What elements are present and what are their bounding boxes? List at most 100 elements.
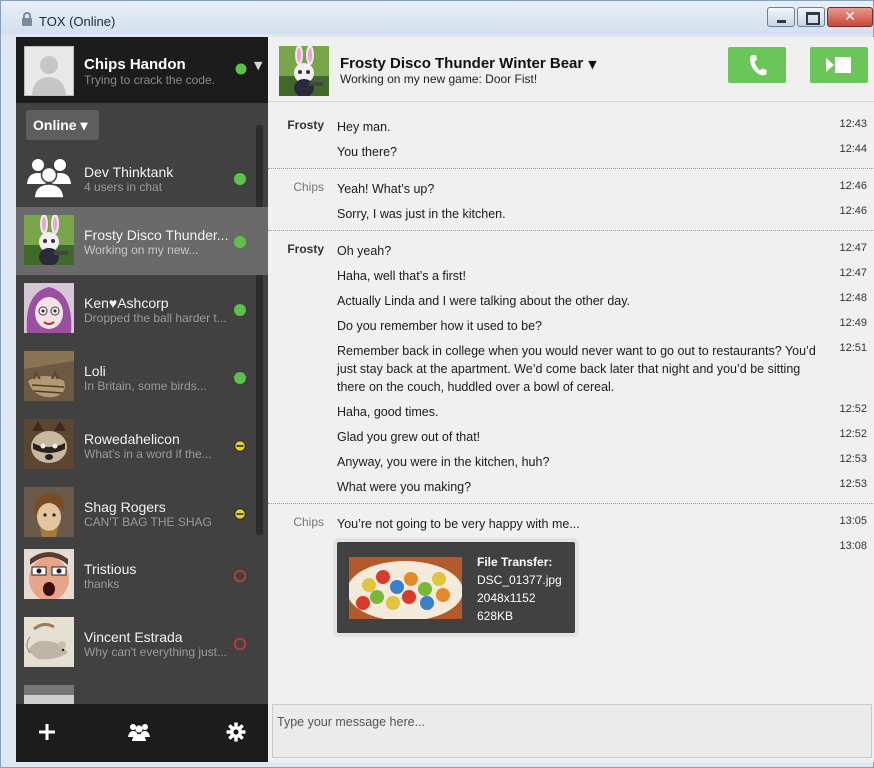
friend-item[interactable]: Dev Thinktank 4 users in chat [16, 144, 268, 212]
message-input[interactable]: Type your message here... [272, 704, 872, 758]
message-time: 12:52 [839, 403, 867, 415]
message-time: 12:43 [839, 118, 867, 130]
message-text: Yeah! What’s up? [337, 182, 435, 196]
friend-status-message: Why can't everything just... [84, 645, 228, 659]
status-busy-dot [233, 637, 247, 651]
audio-call-button[interactable] [728, 47, 786, 83]
maximize-button[interactable] [797, 7, 825, 27]
chat-header: Frosty Disco Thunder Winter Bear ▼ Workin… [268, 37, 874, 102]
friend-item-selected[interactable]: Frosty Disco Thunder... Working on my ne… [16, 207, 268, 275]
message-time: 12:46 [839, 205, 867, 217]
friend-item[interactable]: Loli In Britain, some birds... [16, 343, 268, 411]
contact-name-text: Frosty Disco Thunder Winter Bear [340, 55, 584, 72]
message-group-divider [268, 230, 874, 231]
mouse-avatar [24, 617, 74, 667]
window-title: TOX (Online) [39, 14, 116, 29]
title-bar[interactable]: TOX (Online) ✕ [1, 1, 873, 34]
close-button[interactable]: ✕ [827, 7, 873, 27]
message-text: Remember back in college when you would … [337, 344, 816, 394]
friend-item[interactable]: Vincent Estrada Why can't everything jus… [16, 609, 268, 677]
friend-name: Shag Rogers [84, 499, 166, 515]
friend-status-message: What's in a word if the... [84, 447, 212, 461]
message-text: Glad you grew out of that! [337, 430, 481, 444]
self-status-message[interactable]: Trying to crack the code. [84, 73, 215, 87]
self-profile[interactable]: Chips Handon Trying to crack the code. ▼ [16, 37, 268, 103]
friend-name: Tristious [84, 561, 137, 577]
status-away-dot [234, 508, 246, 520]
video-call-button[interactable] [810, 47, 868, 83]
friend-status-message: thanks [84, 577, 120, 591]
friend-item[interactable]: Ken♥Ashcorp Dropped the ball harder t... [16, 275, 268, 343]
add-friend-button[interactable] [37, 722, 57, 742]
message-author: Chips [293, 515, 324, 529]
friend-name: Dev Thinktank [84, 164, 174, 180]
friend-name: Rowedahelicon [84, 431, 180, 447]
message-time: 12:52 [839, 428, 867, 440]
settings-gear-icon[interactable] [226, 722, 246, 742]
phone-icon [750, 55, 767, 76]
message-author: Frosty [287, 242, 324, 256]
message-time: 12:44 [839, 143, 867, 155]
file-dimensions: 2048x1152 [477, 591, 536, 605]
status-online-dot [234, 173, 246, 185]
message-author: Frosty [287, 118, 324, 132]
create-group-button[interactable] [128, 722, 150, 742]
file-transfer-title: File Transfer: [477, 555, 553, 569]
file-transfer-card[interactable]: File Transfer: DSC_01377.jpg 2048x1152 6… [337, 542, 575, 633]
group-icon [27, 159, 71, 199]
friend-item[interactable]: Shag Rogers CAN'T BAG THE SHAG [16, 479, 268, 547]
message-text: Haha, well that’s a first! [337, 269, 466, 283]
minimize-button[interactable] [767, 7, 795, 27]
status-online-dot [234, 236, 246, 248]
chevron-down-icon[interactable]: ▼ [588, 58, 596, 71]
contact-name[interactable]: Frosty Disco Thunder Winter Bear ▼ [340, 55, 597, 72]
friend-name: Ken♥Ashcorp [84, 295, 169, 311]
lock-icon [22, 12, 32, 26]
bunny-avatar [24, 215, 74, 265]
friend-status-message: Working on my new... [84, 243, 199, 257]
friend-status-message: In Britain, some birds... [84, 379, 207, 393]
file-thumbnail[interactable] [349, 557, 462, 619]
group-avatar [24, 152, 74, 202]
friend-name: Vincent Estrada [84, 629, 183, 645]
message-group-divider [268, 503, 874, 504]
chat-panel: Frosty Disco Thunder Winter Bear ▼ Workin… [268, 37, 874, 762]
friend-status-message: 4 users in chat [84, 180, 163, 194]
raccoon-avatar [24, 419, 74, 469]
self-status-dot [235, 63, 247, 75]
message-text: Sorry, I was just in the kitchen. [337, 207, 506, 221]
file-size: 628KB [477, 609, 514, 623]
contact-avatar[interactable] [279, 46, 329, 96]
self-name[interactable]: Chips Handon [84, 56, 186, 73]
message-time: 12:53 [839, 478, 867, 490]
friend-name: Loli [84, 363, 106, 379]
friend-item[interactable]: Rowedahelicon What's in a word if the... [16, 411, 268, 479]
message-time: 12:49 [839, 317, 867, 329]
message-text: Hey man. [337, 120, 391, 134]
friend-item[interactable]: Tristious thanks [16, 541, 268, 609]
message-text: Haha, good times. [337, 405, 439, 419]
shaggy-avatar [24, 487, 74, 537]
message-time: 12:47 [839, 267, 867, 279]
message-author: Chips [293, 180, 324, 194]
self-menu-chevron-icon[interactable]: ▼ [254, 59, 262, 72]
video-camera-icon [826, 57, 851, 73]
self-avatar[interactable] [24, 46, 74, 96]
message-text: Oh yeah? [337, 244, 392, 258]
friend-status-message: CAN'T BAG THE SHAG [84, 515, 212, 529]
anime-avatar [24, 283, 74, 333]
message-text: You there? [337, 145, 398, 159]
message-text: What were you making? [337, 480, 472, 494]
message-time: 13:08 [839, 540, 867, 552]
default-avatar-icon [32, 56, 66, 95]
close-icon: ✕ [844, 9, 856, 25]
status-away-dot [234, 440, 246, 452]
message-time: 12:46 [839, 180, 867, 192]
status-dropdown[interactable]: Online ▾ [26, 110, 99, 140]
contact-status-message: Working on my new game: Door Fist! [340, 72, 538, 86]
cat-avatar [24, 351, 74, 401]
sidebar-toolbar [16, 704, 268, 762]
friend-name: Frosty Disco Thunder... [84, 227, 229, 243]
friend-status-message: Dropped the ball harder t... [84, 311, 227, 325]
message-time: 13:05 [839, 515, 867, 527]
